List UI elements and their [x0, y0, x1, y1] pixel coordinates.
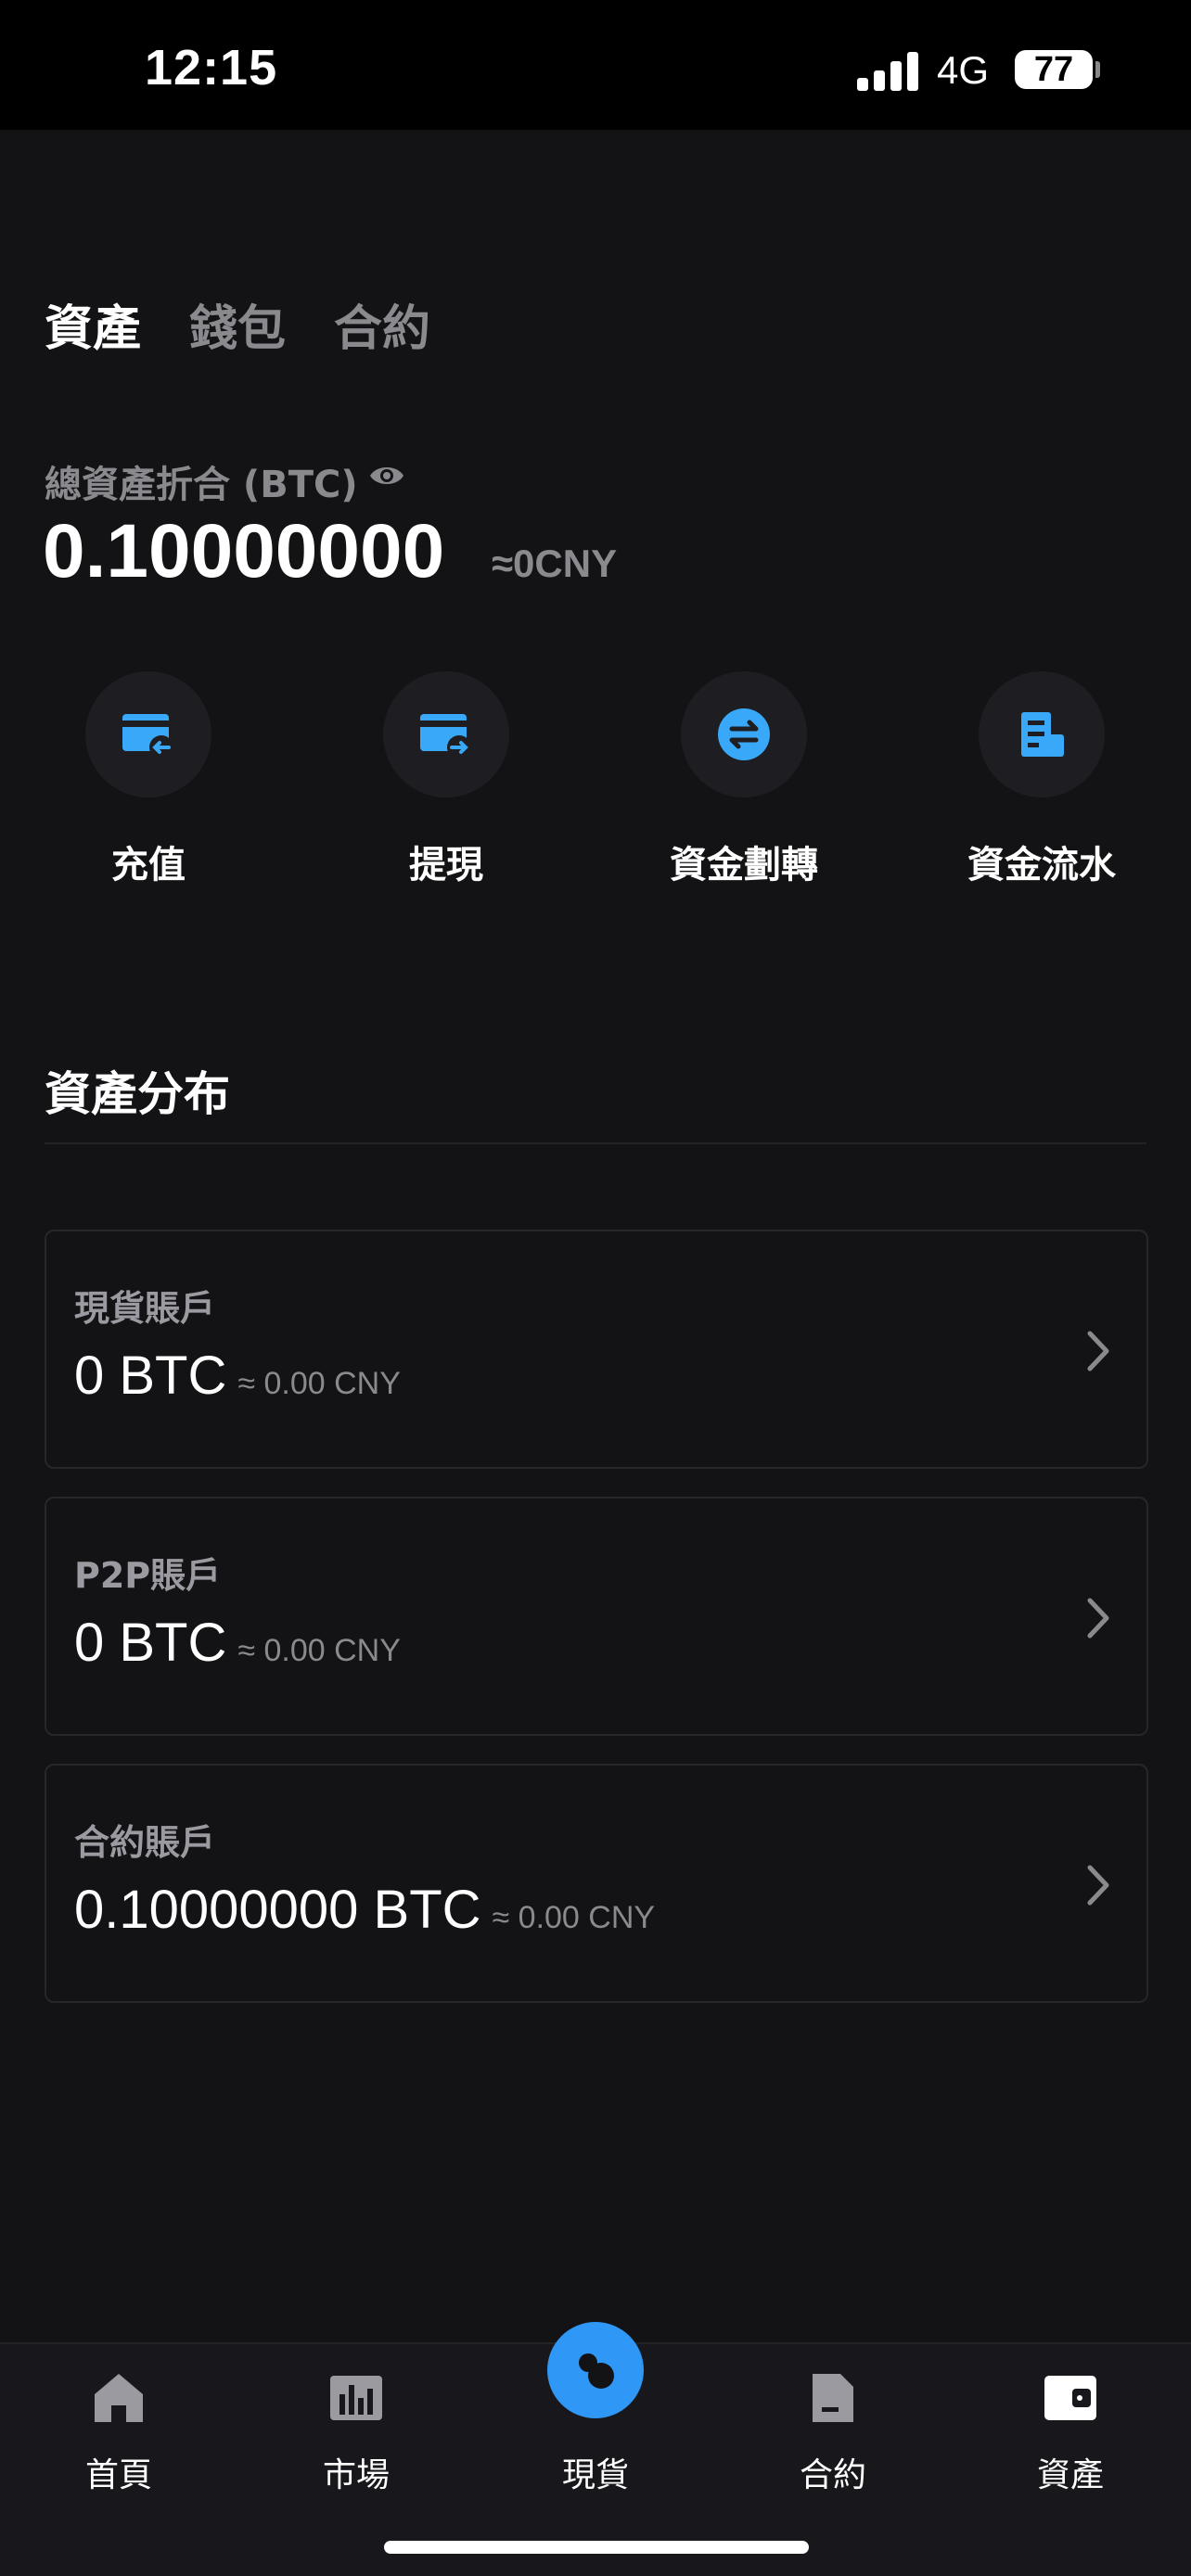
account-approx: ≈ 0.00 CNY: [237, 1633, 401, 1668]
nav-contract[interactable]: 合約: [714, 2344, 952, 2511]
account-approx: ≈ 0.00 CNY: [237, 1366, 401, 1401]
account-card-p2p[interactable]: P2P賬戶 0 BTC ≈ 0.00 CNY: [45, 1497, 1148, 1736]
tab-assets[interactable]: 資產: [45, 289, 141, 359]
account-amount: 0.10000000 BTC: [74, 1880, 481, 1940]
deposit-label: 充值: [111, 844, 186, 886]
transfer-icon: [681, 671, 807, 797]
ledger-button[interactable]: 資金流水: [930, 671, 1153, 886]
deposit-icon: [85, 671, 211, 797]
asset-distribution-title: 資產分布: [45, 1067, 230, 1121]
nav-assets[interactable]: 資產: [952, 2344, 1189, 2511]
assets-page: 12:15 4G 77 資產 錢包 合約 總資產折合 (BTC) 0.10000…: [0, 0, 1191, 2576]
chevron-right-icon: [1087, 1865, 1109, 1906]
spot-icon: [579, 2353, 614, 2389]
nav-market-label: 市場: [322, 2456, 390, 2494]
account-amount: 0 BTC: [74, 1345, 227, 1406]
spot-button-circle: [547, 2322, 644, 2418]
network-label: 4G: [937, 48, 990, 92]
total-assets-label: 總資產折合 (BTC): [45, 464, 358, 506]
battery-icon: 77: [1015, 50, 1093, 89]
signal-icon: [857, 48, 920, 91]
nav-market[interactable]: 市場: [237, 2344, 475, 2511]
account-approx: ≈ 0.00 CNY: [492, 1900, 656, 1935]
home-icon: [95, 2374, 143, 2422]
deposit-button[interactable]: 充值: [37, 671, 260, 886]
ledger-label: 資金流水: [967, 844, 1116, 886]
account-card-spot[interactable]: 現貨賬戶 0 BTC ≈ 0.00 CNY: [45, 1230, 1148, 1469]
chevron-right-icon: [1087, 1598, 1109, 1639]
withdraw-label: 提現: [409, 844, 483, 886]
status-bar: 12:15 4G 77: [0, 0, 1191, 130]
total-assets-value: 0.10000000: [43, 509, 445, 593]
nav-spot-label: 現貨: [561, 2456, 629, 2494]
wallet-icon: [1044, 2376, 1096, 2420]
withdraw-button[interactable]: 提現: [335, 671, 557, 886]
account-name: 現貨賬戶: [74, 1288, 216, 1329]
account-balance: 0 BTC ≈ 0.00 CNY: [74, 1612, 401, 1674]
battery-tip: [1095, 61, 1100, 78]
nav-assets-label: 資產: [1036, 2456, 1104, 2494]
nav-spot[interactable]: 現貨: [477, 2322, 714, 2511]
status-time: 12:15: [145, 40, 278, 96]
account-balance: 0 BTC ≈ 0.00 CNY: [74, 1345, 401, 1407]
nav-contract-label: 合約: [799, 2456, 866, 2494]
account-amount: 0 BTC: [74, 1613, 227, 1673]
transfer-label: 資金劃轉: [670, 844, 818, 886]
nav-home-label: 首頁: [84, 2456, 152, 2494]
section-divider: [45, 1142, 1146, 1144]
nav-home[interactable]: 首頁: [0, 2344, 237, 2511]
withdraw-icon: [383, 671, 509, 797]
total-assets-approx: ≈0CNY: [492, 542, 618, 585]
tab-contract[interactable]: 合約: [334, 289, 430, 359]
tab-wallet[interactable]: 錢包: [189, 289, 286, 359]
home-indicator[interactable]: [384, 2541, 809, 2554]
market-chart-icon: [330, 2376, 382, 2420]
ledger-icon: [979, 671, 1105, 797]
transfer-button[interactable]: 資金劃轉: [633, 671, 855, 886]
eye-icon[interactable]: [367, 458, 406, 493]
account-card-contract[interactable]: 合約賬戶 0.10000000 BTC ≈ 0.00 CNY: [45, 1764, 1148, 2003]
account-name: 合約賬戶: [74, 1822, 216, 1863]
contract-icon: [813, 2374, 853, 2422]
chevron-right-icon: [1087, 1331, 1109, 1371]
account-name: P2P賬戶: [74, 1555, 222, 1596]
account-balance: 0.10000000 BTC ≈ 0.00 CNY: [74, 1879, 655, 1941]
